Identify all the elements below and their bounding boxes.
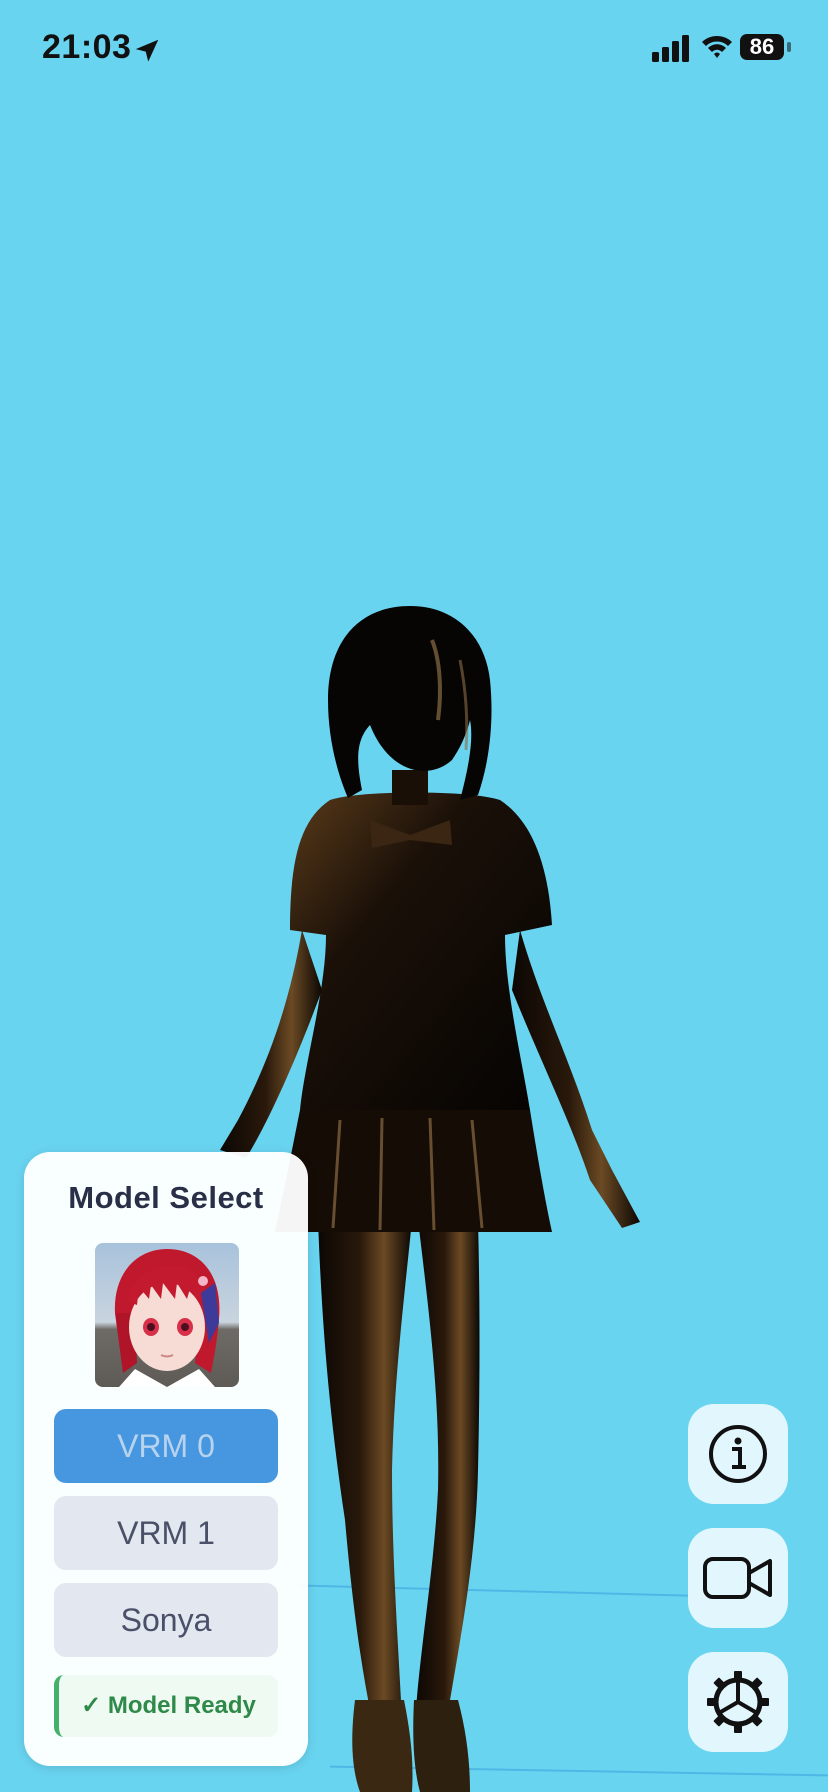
location-arrow-icon [135,39,159,62]
cellular-signal-icon [652,35,689,62]
info-icon [709,1425,767,1483]
battery-level: 86 [740,34,784,60]
wifi-icon [702,36,732,58]
avatar-preview-thumbnail [95,1243,239,1387]
model-option-vrm0-button[interactable]: VRM 0 [54,1409,278,1483]
status-bar: 21:03 86 [0,0,828,100]
model-select-panel: Model Select VRM 0 VRM 1 Sonya ✓ Model R… [24,1152,308,1766]
battery-icon: 86 [740,34,794,62]
model-option-sonya-button[interactable]: Sonya [54,1583,278,1657]
video-camera-icon [703,1557,772,1599]
battery-tip [787,42,791,52]
panel-title: Model Select [68,1180,264,1215]
settings-gear-icon [707,1671,769,1733]
status-time: 21:03 [42,28,132,66]
model-ready-status: ✓ Model Ready [54,1675,278,1737]
video-camera-button[interactable] [688,1528,788,1628]
settings-button[interactable] [688,1652,788,1752]
info-button[interactable] [688,1404,788,1504]
model-option-vrm1-button[interactable]: VRM 1 [54,1496,278,1570]
